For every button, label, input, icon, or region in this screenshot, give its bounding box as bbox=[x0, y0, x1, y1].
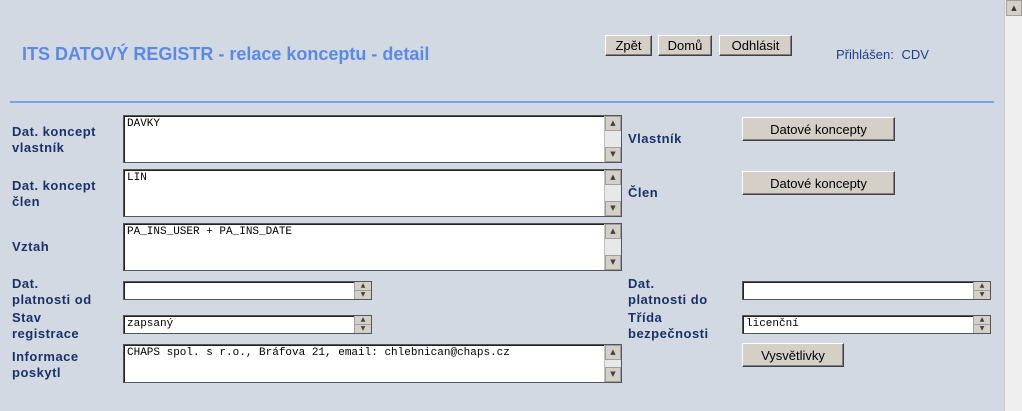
scroll-up-icon[interactable]: ▲ bbox=[605, 224, 621, 239]
header-divider bbox=[10, 101, 994, 103]
member-concept-label-line2: člen bbox=[12, 194, 41, 209]
security-select[interactable]: licenční ▲ ▼ bbox=[742, 315, 991, 334]
relation-label: Vztah bbox=[12, 239, 50, 254]
state-spinner[interactable]: ▲ ▼ bbox=[354, 316, 371, 333]
spin-down-icon[interactable]: ▼ bbox=[974, 291, 990, 300]
home-button[interactable]: Domů bbox=[658, 35, 712, 56]
login-label: Přihlášen: bbox=[836, 47, 894, 62]
scroll-down-icon[interactable]: ▼ bbox=[605, 367, 621, 382]
member-concept-label-line1: Dat. koncept bbox=[12, 178, 97, 193]
security-spinner[interactable]: ▲ ▼ bbox=[973, 316, 990, 333]
valid-from-input[interactable]: ▲ ▼ bbox=[123, 281, 372, 300]
provider-label-line1: Informace bbox=[12, 349, 79, 364]
owner-concept-scrollbar[interactable]: ▲ ▼ bbox=[604, 116, 621, 162]
scroll-up-icon[interactable]: ▲ bbox=[605, 116, 621, 131]
owner-concept-value: DAVKY bbox=[127, 118, 161, 130]
login-user: CDV bbox=[901, 47, 929, 62]
spin-up-icon[interactable]: ▲ bbox=[974, 282, 990, 291]
back-button[interactable]: Zpět bbox=[605, 35, 652, 56]
valid-from-label: Dat. platnosti od bbox=[12, 276, 92, 308]
owner-concepts-button[interactable]: Datové koncepty bbox=[742, 117, 895, 141]
scroll-down-icon[interactable]: ▼ bbox=[605, 201, 621, 216]
help-button[interactable]: Vysvětlivky bbox=[742, 343, 844, 367]
valid-to-label-line1: Dat. bbox=[628, 276, 655, 291]
logout-button[interactable]: Odhlásit bbox=[719, 35, 792, 56]
security-label-line1: Třída bbox=[628, 310, 663, 325]
relation-value: PA_INS_USER + PA_INS_DATE bbox=[127, 226, 293, 238]
member-concept-value: LIN bbox=[127, 172, 147, 184]
scroll-up-icon[interactable]: ▲ bbox=[605, 345, 621, 360]
provider-value: CHAPS spol. s r.o., Bráfova 21, email: c… bbox=[127, 347, 510, 359]
state-label-line2: registrace bbox=[12, 326, 80, 341]
member-label: Člen bbox=[628, 185, 659, 200]
owner-concept-field[interactable]: DAVKY ▲ ▼ bbox=[123, 115, 622, 163]
spin-down-icon[interactable]: ▼ bbox=[974, 325, 990, 334]
scroll-down-icon[interactable]: ▼ bbox=[605, 255, 621, 270]
owner-label: Vlastník bbox=[628, 131, 682, 146]
owner-concept-label: Dat. koncept vlastník bbox=[12, 124, 96, 156]
security-label-line2: bezpečnosti bbox=[628, 326, 709, 341]
relation-field[interactable]: PA_INS_USER + PA_INS_DATE ▲ ▼ bbox=[123, 223, 622, 271]
state-label: Stav registrace bbox=[12, 310, 79, 342]
provider-field[interactable]: CHAPS spol. s r.o., Bráfova 21, email: c… bbox=[123, 344, 622, 383]
provider-scrollbar[interactable]: ▲ ▼ bbox=[604, 345, 621, 382]
scroll-down-icon[interactable]: ▼ bbox=[605, 147, 621, 162]
spin-down-icon[interactable]: ▼ bbox=[355, 291, 371, 300]
valid-from-label-line1: Dat. bbox=[12, 276, 39, 291]
state-select[interactable]: zapsaný ▲ ▼ bbox=[123, 315, 372, 334]
scroll-up-icon[interactable]: ▲ bbox=[1006, 0, 1022, 16]
login-info: Přihlášen: CDV bbox=[836, 47, 929, 62]
valid-to-spinner[interactable]: ▲ ▼ bbox=[973, 282, 990, 299]
state-value: zapsaný bbox=[127, 318, 174, 330]
security-value: licenční bbox=[746, 318, 799, 330]
valid-to-input[interactable]: ▲ ▼ bbox=[742, 281, 991, 300]
spin-down-icon[interactable]: ▼ bbox=[355, 325, 371, 334]
security-label: Třída bezpečnosti bbox=[628, 310, 709, 342]
member-concepts-button[interactable]: Datové koncepty bbox=[742, 171, 895, 195]
member-concept-field[interactable]: LIN ▲ ▼ bbox=[123, 169, 622, 217]
provider-label-line2: poskytl bbox=[12, 365, 62, 380]
spin-up-icon[interactable]: ▲ bbox=[355, 316, 371, 325]
valid-to-label: Dat. platnosti do bbox=[628, 276, 708, 308]
member-concept-scrollbar[interactable]: ▲ ▼ bbox=[604, 170, 621, 216]
valid-to-label-line2: platnosti do bbox=[628, 292, 708, 307]
valid-from-label-line2: platnosti od bbox=[12, 292, 92, 307]
page-scrollbar[interactable]: ▲ bbox=[1004, 0, 1022, 411]
member-concept-label: Dat. koncept člen bbox=[12, 178, 96, 210]
scroll-up-icon[interactable]: ▲ bbox=[605, 170, 621, 185]
owner-concept-label-line1: Dat. koncept bbox=[12, 124, 97, 139]
provider-label: Informace poskytl bbox=[12, 349, 79, 381]
page-title: ITS DATOVÝ REGISTR - relace konceptu - d… bbox=[22, 44, 430, 64]
spin-up-icon[interactable]: ▲ bbox=[974, 316, 990, 325]
state-label-line1: Stav bbox=[12, 310, 42, 325]
owner-concept-label-line2: vlastník bbox=[12, 140, 65, 155]
spin-up-icon[interactable]: ▲ bbox=[355, 282, 371, 291]
relation-scrollbar[interactable]: ▲ ▼ bbox=[604, 224, 621, 270]
valid-from-spinner[interactable]: ▲ ▼ bbox=[354, 282, 371, 299]
